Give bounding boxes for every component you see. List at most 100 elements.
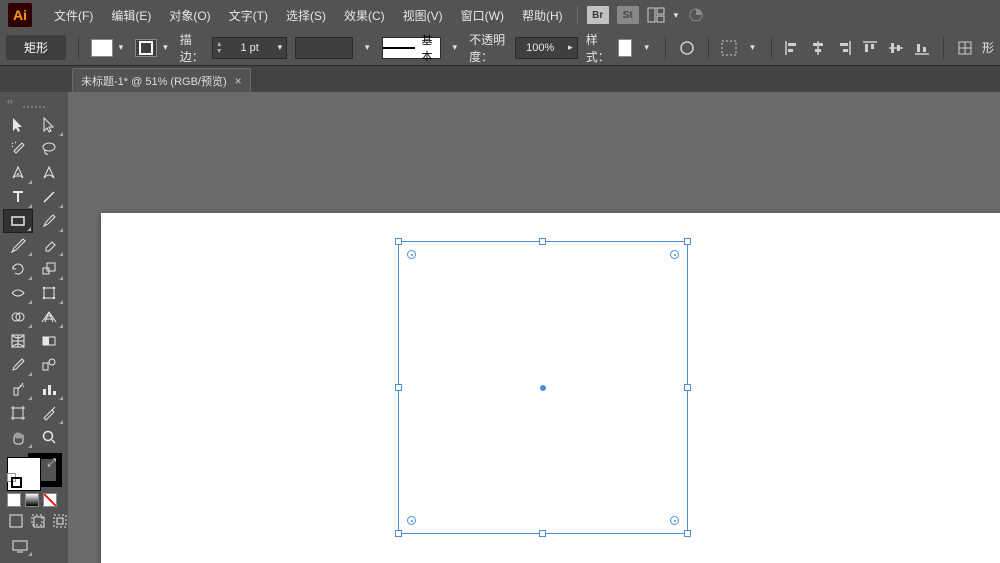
- zoom-tool[interactable]: [34, 425, 64, 449]
- paintbrush-tool[interactable]: [34, 209, 64, 233]
- direct-selection-tool[interactable]: [34, 113, 64, 137]
- color-mode-icon[interactable]: [7, 493, 21, 507]
- menu-help[interactable]: 帮助(H): [514, 3, 571, 28]
- menu-view[interactable]: 视图(V): [395, 3, 451, 28]
- lasso-tool[interactable]: [34, 137, 64, 161]
- align-right-icon[interactable]: [835, 37, 853, 59]
- draw-behind-icon[interactable]: [29, 511, 47, 531]
- artboard-tool[interactable]: [3, 401, 33, 425]
- symbol-sprayer-tool[interactable]: [3, 377, 33, 401]
- brush-definition-dropdown[interactable]: ▾: [449, 40, 462, 55]
- curvature-tool[interactable]: [34, 161, 64, 185]
- eraser-tool[interactable]: [34, 233, 64, 257]
- type-tool[interactable]: [3, 185, 33, 209]
- live-corner-widget-tl[interactable]: [407, 250, 416, 259]
- pen-tool[interactable]: [3, 161, 33, 185]
- column-graph-tool[interactable]: [34, 377, 64, 401]
- swap-fill-stroke-icon[interactable]: ⤢: [47, 457, 56, 470]
- resize-handle-bl[interactable]: [395, 530, 402, 537]
- align-to-chevron[interactable]: ▾: [746, 40, 759, 55]
- live-corner-widget-bl[interactable]: [407, 516, 416, 525]
- brush-definition[interactable]: 基本: [382, 37, 441, 59]
- align-bottom-icon[interactable]: [913, 37, 931, 59]
- resize-handle-br[interactable]: [684, 530, 691, 537]
- stroke-weight-stepper[interactable]: ▲▼ 1 pt ▾: [212, 37, 287, 59]
- align-vcenter-icon[interactable]: [887, 37, 905, 59]
- selection-bounding-box[interactable]: [398, 241, 688, 534]
- hand-tool[interactable]: [3, 425, 33, 449]
- stroke-weight-value[interactable]: 1 pt: [226, 40, 274, 56]
- opacity-value[interactable]: 100%: [516, 40, 564, 56]
- menu-file[interactable]: 文件(F): [46, 3, 101, 28]
- slice-tool[interactable]: [34, 401, 64, 425]
- artboard[interactable]: [101, 213, 1000, 563]
- transform-panel-toggle-icon[interactable]: [956, 37, 974, 59]
- opacity-field[interactable]: 100% ▸: [515, 37, 578, 59]
- resize-handle-ml[interactable]: [395, 384, 402, 391]
- resize-handle-mr[interactable]: [684, 384, 691, 391]
- canvas-area[interactable]: [68, 92, 1000, 563]
- document-tab[interactable]: 未标题-1* @ 51% (RGB/预览) ×: [72, 68, 251, 92]
- align-to-dropdown-icon[interactable]: [720, 37, 738, 59]
- opacity-dropdown[interactable]: ▸: [564, 42, 577, 53]
- live-corner-widget-tr[interactable]: [670, 250, 679, 259]
- menu-edit[interactable]: 编辑(E): [103, 3, 159, 28]
- align-top-icon[interactable]: [861, 37, 879, 59]
- menu-select[interactable]: 选择(S): [278, 3, 334, 28]
- variable-width-profile[interactable]: [295, 37, 353, 59]
- menu-window[interactable]: 窗口(W): [453, 3, 512, 28]
- stock-icon[interactable]: St: [617, 6, 639, 24]
- gradient-tool[interactable]: [34, 329, 64, 353]
- mesh-tool[interactable]: [3, 329, 33, 353]
- rotate-tool[interactable]: [3, 257, 33, 281]
- default-fill-stroke-icon[interactable]: [7, 473, 19, 485]
- eyedropper-tool[interactable]: [3, 353, 33, 377]
- draw-normal-icon[interactable]: [7, 511, 25, 531]
- shape-builder-tool[interactable]: [3, 305, 33, 329]
- menu-effect[interactable]: 效果(C): [336, 3, 393, 28]
- menu-object[interactable]: 对象(O): [161, 3, 218, 28]
- close-icon[interactable]: ×: [235, 74, 242, 88]
- stroke-color-dropdown[interactable]: ▾: [159, 40, 172, 55]
- none-mode-icon[interactable]: [43, 493, 57, 507]
- live-corner-widget-br[interactable]: [670, 516, 679, 525]
- selection-tool[interactable]: [3, 113, 33, 137]
- resize-handle-tl[interactable]: [395, 238, 402, 245]
- graphic-style-dropdown[interactable]: ▾: [640, 40, 653, 55]
- fill-color-swatch[interactable]: [91, 39, 113, 57]
- screen-mode-icon[interactable]: [7, 535, 33, 557]
- gradient-mode-icon[interactable]: [25, 493, 39, 507]
- arrange-documents-dropdown[interactable]: ▾: [670, 8, 683, 23]
- menu-type[interactable]: 文字(T): [221, 3, 276, 28]
- fill-color-dropdown[interactable]: ▾: [115, 40, 128, 55]
- align-hcenter-icon[interactable]: [809, 37, 827, 59]
- stroke-weight-down[interactable]: ▼: [216, 48, 223, 55]
- panel-drag-handle[interactable]: [3, 106, 65, 111]
- free-transform-tool[interactable]: [34, 281, 64, 305]
- arrange-documents-icon[interactable]: [644, 4, 668, 26]
- perspective-grid-tool[interactable]: [34, 305, 64, 329]
- resize-handle-tr[interactable]: [684, 238, 691, 245]
- fill-stroke-indicator[interactable]: ⤢: [7, 457, 62, 487]
- width-tool[interactable]: [3, 281, 33, 305]
- align-left-icon[interactable]: [783, 37, 801, 59]
- stroke-color-swatch[interactable]: [135, 39, 157, 57]
- shaper-tool[interactable]: [3, 233, 33, 257]
- blend-tool[interactable]: [34, 353, 64, 377]
- variable-width-dropdown[interactable]: ▾: [361, 40, 374, 55]
- line-segment-tool[interactable]: [34, 185, 64, 209]
- collapse-panels-icon[interactable]: ‹‹: [3, 96, 65, 106]
- draw-inside-icon[interactable]: [51, 511, 69, 531]
- resize-handle-tm[interactable]: [539, 238, 546, 245]
- stroke-weight-dropdown[interactable]: ▾: [274, 40, 287, 55]
- rectangle-tool[interactable]: [3, 209, 33, 233]
- bridge-icon[interactable]: Br: [587, 6, 609, 24]
- recolor-artwork-icon[interactable]: [678, 37, 696, 59]
- selection-center-point[interactable]: [540, 385, 546, 391]
- gpu-preview-icon[interactable]: [684, 4, 708, 26]
- scale-tool[interactable]: [34, 257, 64, 281]
- magic-wand-tool[interactable]: [3, 137, 33, 161]
- stroke-weight-up[interactable]: ▲: [216, 41, 223, 48]
- resize-handle-bm[interactable]: [539, 530, 546, 537]
- graphic-style-swatch[interactable]: [618, 39, 633, 57]
